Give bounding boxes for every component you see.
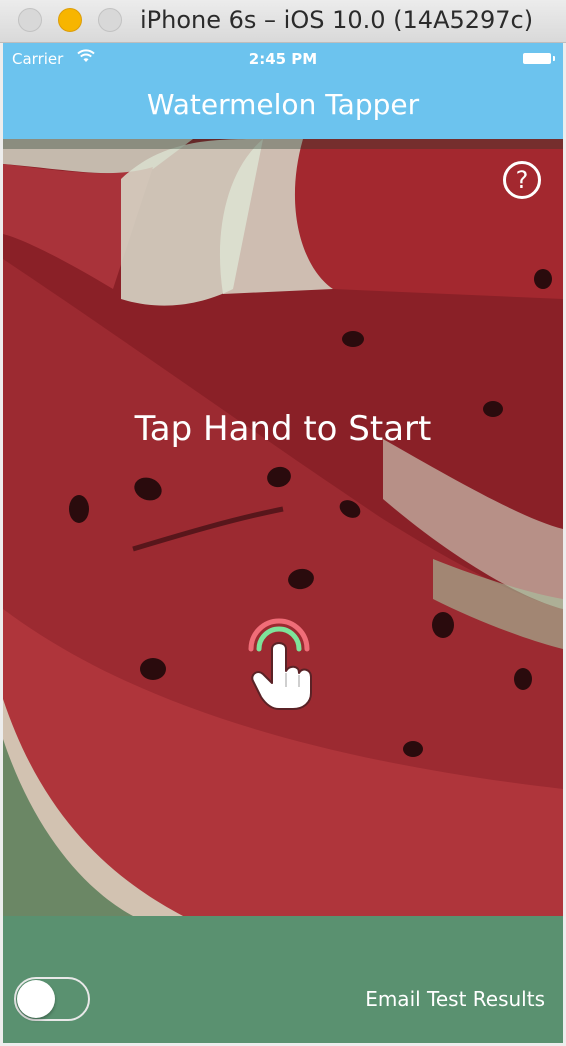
phone-screen: Carrier 2:45 PM Watermelon Tapper ? Tap …	[3, 43, 563, 1043]
zoom-window-button[interactable]	[98, 8, 122, 32]
status-time: 2:45 PM	[248, 50, 318, 68]
email-test-results-button[interactable]: Email Test Results	[365, 987, 545, 1011]
close-window-button[interactable]	[18, 8, 42, 32]
navigation-bar: Watermelon Tapper	[3, 77, 563, 139]
status-bar: Carrier 2:45 PM	[3, 43, 563, 77]
tap-hand-button[interactable]	[241, 601, 321, 711]
start-prompt: Tap Hand to Start	[134, 409, 432, 449]
window-title: iPhone 6s – iOS 10.0 (14A5297c)	[140, 6, 534, 34]
help-button[interactable]: ?	[503, 161, 541, 199]
test-mode-toggle[interactable]	[14, 977, 90, 1021]
minimize-window-button[interactable]	[58, 8, 82, 32]
footer-bar: Email Test Results	[3, 916, 563, 1043]
toggle-knob	[17, 980, 55, 1018]
tap-hand-icon	[248, 618, 312, 710]
battery-icon	[523, 53, 555, 64]
simulator-window: iPhone 6s – iOS 10.0 (14A5297c) Carrier …	[0, 0, 566, 1046]
watermelon-background: ? Tap Hand to Start	[3, 139, 563, 916]
help-icon: ?	[515, 166, 529, 194]
window-titlebar: iPhone 6s – iOS 10.0 (14A5297c)	[0, 0, 566, 43]
nav-title: Watermelon Tapper	[146, 88, 420, 121]
watermelon-image	[3, 139, 563, 916]
